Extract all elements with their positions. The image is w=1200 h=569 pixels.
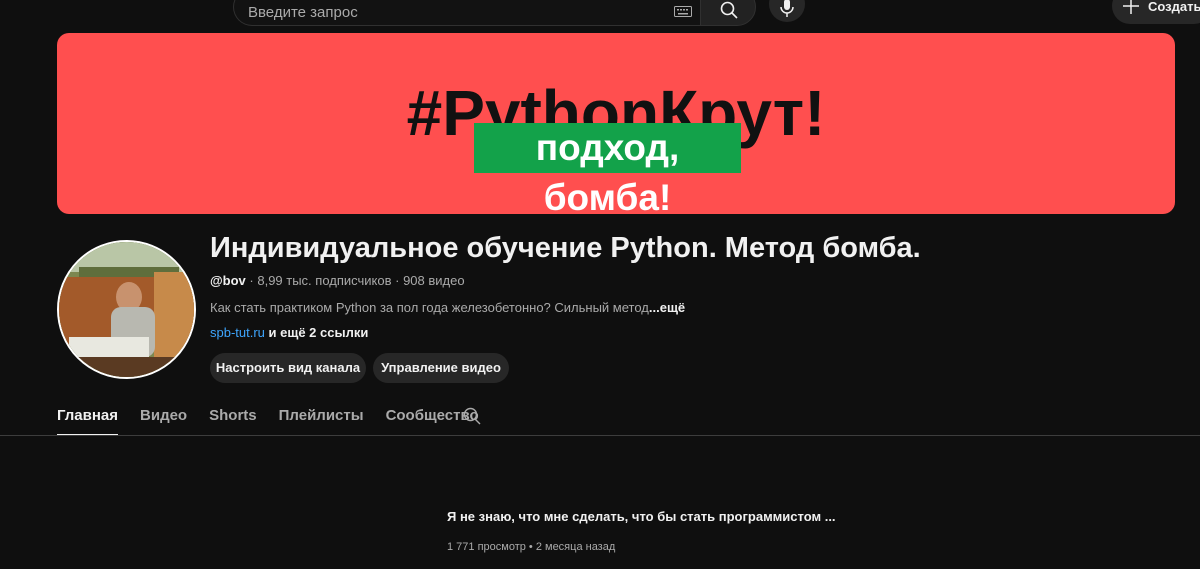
search-button[interactable] [700,0,756,26]
search-icon[interactable] [463,407,481,425]
tab-shorts[interactable]: Shorts [209,400,257,436]
tabs-divider [0,435,1200,436]
banner-subtitle: подход, бомба! [474,123,741,214]
channel-avatar[interactable] [57,240,196,379]
channel-links: spb-tut.ru и ещё 2 ссылки [210,325,368,340]
channel-title: Индивидуальное обучение Python. Метод бо… [210,232,921,264]
channel-description[interactable]: Как стать практиком Python за пол года ж… [210,300,685,315]
tab-home[interactable]: Главная [57,400,119,436]
channel-stats: · 8,99 тыс. подписчиков · 908 видео [245,273,465,288]
create-label: Создать [1148,0,1200,14]
search-input[interactable] [248,1,648,23]
channel-tabs: Главная Видео Shorts Плейлисты Сообществ… [57,400,501,436]
plus-icon [1123,0,1139,14]
search-box[interactable] [233,0,701,26]
create-button[interactable]: Создать [1112,0,1200,24]
voice-search-button[interactable] [769,0,805,22]
channel-banner: #PythonКрут! подход, бомба! [57,33,1175,214]
manage-videos-button[interactable]: Управление видео [373,353,509,383]
description-more-link[interactable]: ...ещё [649,300,685,315]
search-icon [720,1,738,19]
keyboard-icon[interactable] [674,6,692,17]
microphone-icon [780,0,794,17]
description-text: Как стать практиком Python за пол года ж… [210,300,649,315]
tab-videos[interactable]: Видео [140,400,187,436]
avatar-photo [59,242,194,377]
tab-playlists[interactable]: Плейлисты [279,400,364,436]
channel-meta: @bov · 8,99 тыс. подписчиков · 908 видео [210,273,465,288]
channel-handle[interactable]: @bov [210,273,246,288]
more-links[interactable]: и ещё 2 ссылки [265,325,369,340]
customize-channel-button[interactable]: Настроить вид канала [210,353,366,383]
video-meta: 1 771 просмотр • 2 месяца назад [447,541,616,553]
video-title[interactable]: Я не знаю, что мне сделать, что бы стать… [447,509,836,524]
channel-link[interactable]: spb-tut.ru [210,325,265,340]
